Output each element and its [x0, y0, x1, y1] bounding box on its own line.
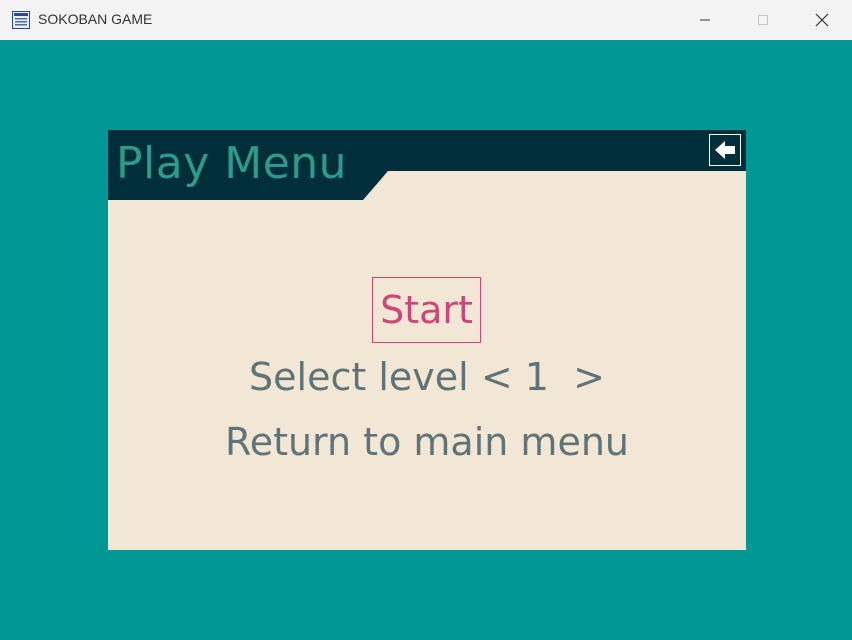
level-select-label: Select level [249, 355, 469, 399]
app-icon [12, 11, 30, 29]
arrow-left-icon [715, 141, 735, 159]
level-select-row: Select level < 1 > [108, 352, 746, 402]
close-button[interactable] [793, 0, 851, 40]
page-title: Play Menu [116, 138, 348, 189]
back-button[interactable] [709, 134, 741, 166]
close-icon [815, 13, 829, 27]
minimize-button[interactable] [676, 0, 734, 40]
return-main-menu-button[interactable]: Return to main menu [108, 417, 746, 467]
level-next-button[interactable]: > [573, 355, 605, 399]
start-button[interactable]: Start [372, 277, 481, 343]
window-titlebar[interactable]: SOKOBAN GAME [0, 0, 852, 40]
maximize-button[interactable] [734, 0, 792, 40]
maximize-icon [758, 15, 768, 25]
level-value: 1 [524, 355, 549, 399]
level-prev-button[interactable]: < [481, 355, 513, 399]
window-title: SOKOBAN GAME [38, 11, 153, 27]
minimize-icon [700, 19, 710, 21]
